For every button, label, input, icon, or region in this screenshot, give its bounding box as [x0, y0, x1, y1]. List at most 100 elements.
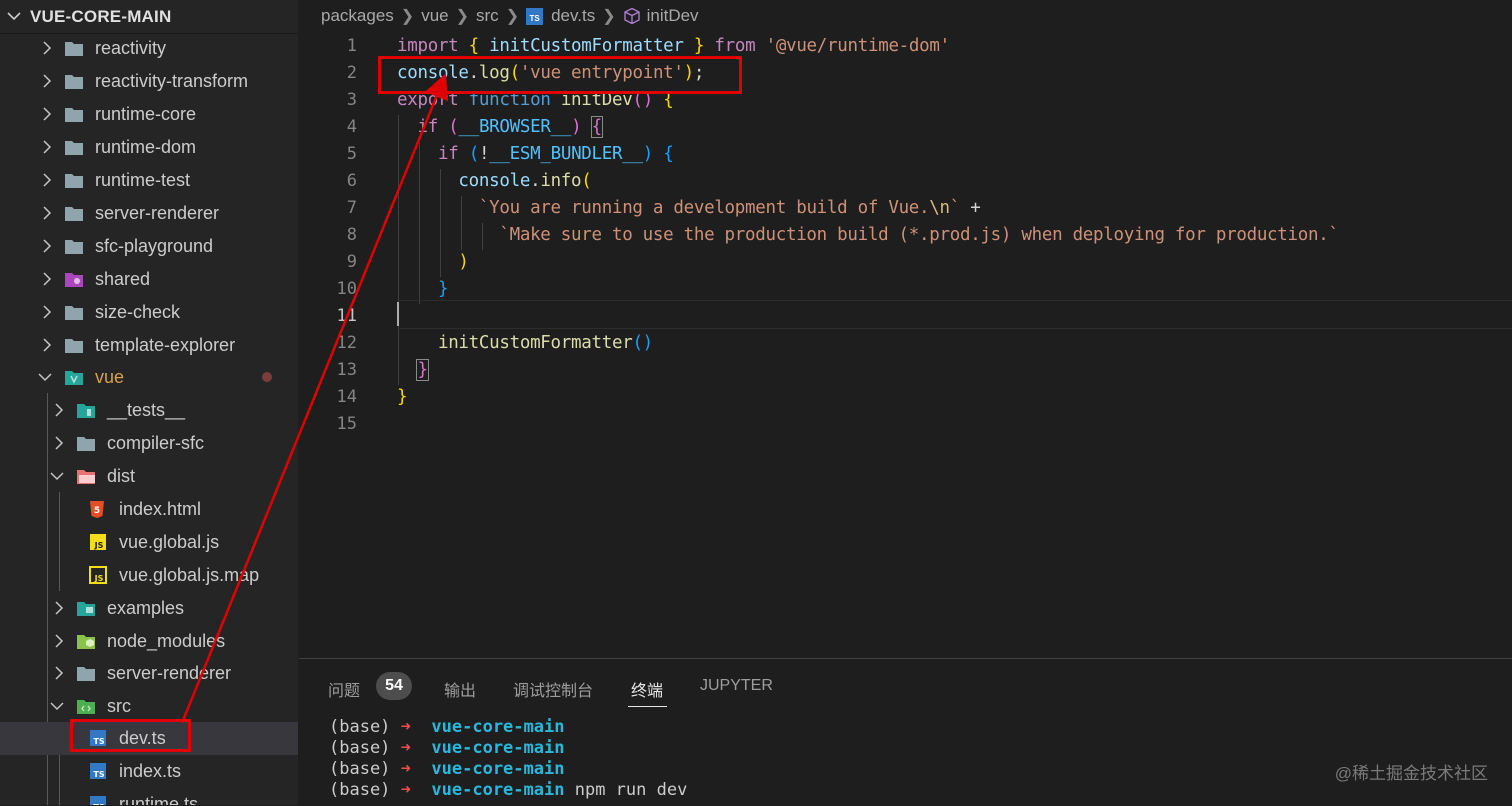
chevron-down-icon[interactable]	[6, 8, 22, 24]
folder-icon	[65, 75, 83, 89]
code-line[interactable]: 15	[299, 411, 1512, 438]
tree-item-template-explorer[interactable]: template-explorer	[0, 329, 298, 362]
terminal-line: (base) ➜ vue-core-main	[329, 759, 565, 779]
tree-item-reactivity[interactable]: reactivity	[0, 32, 298, 65]
code-line[interactable]: 12 initCustomFormatter()	[299, 330, 1512, 357]
code-text: )	[458, 252, 469, 272]
code-editor[interactable]: packages ❯ vue ❯ src ❯ TS dev.ts ❯ initD…	[299, 0, 1512, 658]
tree-item-vue-global-js[interactable]: JS vue.global.js	[0, 526, 298, 559]
chevron-right-icon[interactable]	[40, 272, 54, 286]
tree-item-runtime-ts[interactable]: TS runtime.ts	[0, 788, 298, 805]
tree-item-index-html[interactable]: 5 index.html	[0, 493, 298, 526]
explorer-header[interactable]: VUE-CORE-MAIN	[0, 0, 298, 34]
chevron-right-icon[interactable]	[40, 107, 54, 121]
code-line[interactable]: 8 `Make sure to use the production build…	[299, 222, 1512, 249]
tree-item-index-ts[interactable]: TS index.ts	[0, 755, 298, 788]
code-text: if (!__ESM_BUNDLER__) {	[437, 144, 674, 164]
chevron-right-icon[interactable]	[52, 634, 66, 648]
line-number: 3	[346, 90, 357, 110]
code-line-current[interactable]: 11	[299, 303, 1512, 330]
tree-item-runtime-core[interactable]: runtime-core	[0, 98, 298, 131]
tree-item-label: dist	[107, 466, 136, 486]
breadcrumb-file[interactable]: dev.ts	[551, 6, 595, 26]
line-number: 8	[346, 225, 357, 245]
terminal-line: (base) ➜ vue-core-main npm run dev	[329, 780, 688, 800]
annotation-highlight-file	[70, 719, 191, 752]
js-file-icon: JS	[90, 534, 106, 550]
chevron-right-icon[interactable]	[40, 41, 54, 55]
breadcrumb-src[interactable]: src	[476, 6, 499, 26]
chevron-right-icon[interactable]	[40, 74, 54, 88]
tree-item-shared[interactable]: shared	[0, 263, 298, 296]
tab-terminal[interactable]: 终端	[631, 677, 663, 701]
tree-item-runtime-dom[interactable]: runtime-dom	[0, 131, 298, 164]
code-line[interactable]: 4 if (__BROWSER__) {	[299, 114, 1512, 141]
vue-folder-icon	[65, 371, 83, 385]
tree-item-label: examples	[107, 598, 185, 618]
chevron-right-icon: ❯	[455, 8, 470, 25]
chevron-right-icon[interactable]	[40, 206, 54, 220]
watermark: @稀土掘金技术社区	[1334, 764, 1488, 783]
code-line[interactable]: 14 }	[299, 384, 1512, 411]
tree-item-runtime-test[interactable]: runtime-test	[0, 164, 298, 197]
folder-icon	[65, 42, 83, 56]
tab-debug-console[interactable]: 调试控制台	[513, 677, 593, 701]
code-line[interactable]: 9 )	[299, 249, 1512, 276]
chevron-right-icon[interactable]	[52, 601, 66, 615]
chevron-down-icon[interactable]	[50, 699, 64, 713]
code-line[interactable]: 7 `You are running a development build o…	[299, 195, 1512, 222]
chevron-right-icon[interactable]	[52, 666, 66, 680]
chevron-right-icon[interactable]	[40, 239, 54, 253]
breadcrumb-packages[interactable]: packages	[321, 6, 394, 26]
tree-item-server-renderer-2[interactable]: server-renderer	[0, 657, 298, 690]
tab-jupyter[interactable]: JUPYTER	[700, 677, 773, 695]
folder-icon	[65, 306, 83, 320]
tree-item-compiler-sfc[interactable]: compiler-sfc	[0, 427, 298, 460]
terminal-line: (base) ➜ vue-core-main	[329, 717, 565, 737]
tree-item-node-modules[interactable]: node_modules	[0, 625, 298, 658]
tab-output[interactable]: 输出	[444, 677, 476, 701]
code-text: initCustomFormatter()	[437, 333, 653, 353]
code-text: }	[397, 387, 408, 407]
folder-icon	[77, 667, 95, 681]
tree-item-tests[interactable]: __tests__	[0, 394, 298, 427]
tree-item-examples[interactable]: examples	[0, 592, 298, 625]
tree-item-dist[interactable]: dist	[0, 460, 298, 493]
chevron-down-icon[interactable]	[50, 469, 64, 483]
bottom-panel: 问题 54 输出 调试控制台 终端 JUPYTER (base) ➜ vue-c…	[299, 658, 1512, 806]
svg-text:JS: JS	[94, 574, 104, 583]
breadcrumb-vue[interactable]: vue	[421, 6, 448, 26]
chevron-right-icon[interactable]	[40, 173, 54, 187]
dist-folder-icon	[77, 470, 95, 484]
tree-item-label: shared	[95, 269, 151, 289]
tree-item-label: src	[107, 696, 131, 716]
tree-item-label: runtime-test	[95, 170, 191, 190]
code-line[interactable]: 5 if (!__ESM_BUNDLER__) {	[299, 141, 1512, 168]
tab-problems[interactable]: 问题	[328, 677, 360, 701]
ts-file-icon: TS	[90, 763, 106, 779]
js-map-file-icon: JS	[89, 566, 107, 584]
tree-item-reactivity-transform[interactable]: reactivity-transform	[0, 65, 298, 98]
chevron-down-icon[interactable]	[38, 370, 52, 384]
breadcrumb-symbol[interactable]: initDev	[647, 6, 699, 26]
code-line[interactable]: 6 console.info(	[299, 168, 1512, 195]
svg-text:TS: TS	[93, 770, 104, 779]
chevron-right-icon[interactable]	[40, 140, 54, 154]
line-number: 6	[346, 171, 357, 191]
tree-item-server-renderer[interactable]: server-renderer	[0, 197, 298, 230]
chevron-right-icon[interactable]	[40, 338, 54, 352]
tree-item-sfc-playground[interactable]: sfc-playground	[0, 230, 298, 263]
chevron-right-icon: ❯	[400, 8, 415, 25]
tree-item-label: server-renderer	[95, 203, 220, 223]
chevron-right-icon[interactable]	[52, 403, 66, 417]
line-number: 14	[336, 387, 357, 407]
chevron-right-icon[interactable]	[52, 436, 66, 450]
code-line[interactable]: 10 }	[299, 276, 1512, 303]
tree-item-vue-global-js-map[interactable]: JS vue.global.js.map	[0, 559, 298, 592]
svg-text:JS: JS	[94, 541, 104, 550]
tree-item-size-check[interactable]: size-check	[0, 296, 298, 329]
tree-item-vue[interactable]: vue	[0, 361, 298, 394]
chevron-right-icon[interactable]	[40, 305, 54, 319]
code-line[interactable]: 13 }	[299, 357, 1512, 384]
tree-item-label: sfc-playground	[95, 236, 214, 256]
